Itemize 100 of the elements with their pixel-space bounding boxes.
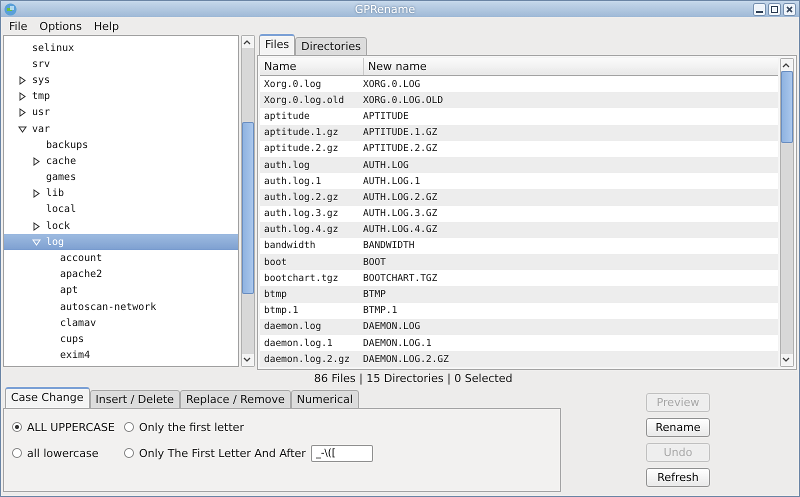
table-cell-text: AUTH.LOG.3.GZ <box>362 208 438 220</box>
folder-name: srv <box>32 58 50 70</box>
folder-name: games <box>46 172 76 184</box>
folder-name: apt <box>60 285 78 296</box>
folder-name: exim4 <box>60 350 90 362</box>
table-cell-text: boot <box>263 256 288 268</box>
folder-name: backups <box>46 140 88 151</box>
tab[interactable]: Files <box>259 34 296 55</box>
tab[interactable]: Case Change <box>5 387 90 408</box>
window-title: GPRename <box>354 2 416 16</box>
folder-name: cache <box>46 156 76 167</box>
scroll-thumb[interactable] <box>781 71 793 143</box>
folder-name: usr <box>32 107 50 118</box>
table-cell-text: Xorg.0.log <box>263 78 322 90</box>
table-cell-text: btmp.1 <box>263 305 300 316</box>
table-cell-text: auth.log.1 <box>263 176 322 187</box>
folder-name: tmp <box>32 91 50 102</box>
table-cell-text: aptitude.1.gz <box>263 127 340 138</box>
table-cell-text: AUTH.LOG.4.GZ <box>362 224 438 236</box>
input-field[interactable]: _-\([ <box>310 444 373 462</box>
radio-option[interactable]: all lowercase <box>12 446 124 460</box>
tree-item[interactable]: var <box>4 120 238 138</box>
table-cell-text: BOOTCHART.TGZ <box>362 272 438 284</box>
tab[interactable]: Insert / Delete <box>90 390 180 408</box>
folder-name: lock <box>46 220 70 232</box>
tree-item[interactable]: clamav <box>4 315 238 332</box>
table-cell-text: AUTH.LOG.1 <box>362 176 420 187</box>
table-cell-text: APTITUDE <box>362 110 409 122</box>
tree-item[interactable]: selinux <box>4 40 238 56</box>
table-cell-text: AUTH.LOG <box>362 160 409 171</box>
tree-item[interactable]: exim4 <box>4 348 238 364</box>
folder-name: sys <box>32 74 50 86</box>
menu-item[interactable]: Help <box>94 20 119 32</box>
column-header[interactable]: New name <box>364 58 431 75</box>
expander-icon[interactable] <box>32 156 41 166</box>
folder-name: account <box>60 253 102 264</box>
menu-item[interactable]: Options <box>39 20 82 32</box>
table-cell-text: daemon.log <box>263 321 322 332</box>
tree-item[interactable]: lock <box>4 218 238 234</box>
table-cell-text: BTMP.1 <box>362 305 398 316</box>
radio-option[interactable]: ALL UPPERCASE <box>12 420 124 434</box>
scroll-thumb[interactable] <box>242 122 254 294</box>
radio-option[interactable]: Only The First Letter And After <box>124 446 306 460</box>
radio-option[interactable]: Only the first letter <box>124 420 306 434</box>
table-cell-text: BTMP <box>362 289 386 300</box>
table-cell-text: XORG.0.LOG.OLD <box>362 94 444 106</box>
tab[interactable]: Replace / Remove <box>180 390 291 408</box>
table-cell-text: XORG.0.LOG <box>362 78 420 90</box>
table-cell-text: bandwidth <box>263 240 316 252</box>
menu-item[interactable]: File <box>9 20 28 32</box>
tree-item[interactable]: backups <box>4 137 238 154</box>
close-icon[interactable] <box>783 2 796 16</box>
table-cell-text: btmp <box>263 289 288 300</box>
table-cell-text: auth.log.4.gz <box>263 224 340 236</box>
table-cell-text: AUTH.LOG.2.GZ <box>362 192 438 203</box>
tree-item[interactable]: local <box>4 202 238 218</box>
status-text: 86 Files | 15 Directories | 0 Selected <box>313 370 514 387</box>
table-cell-text: auth.log.2.gz <box>263 192 340 203</box>
folder-name: apache2 <box>60 269 102 280</box>
table-cell-text: bootchart.tgz <box>263 272 340 284</box>
folder-name: autoscan-network <box>60 302 156 313</box>
table-cell-text: Xorg.0.log.old <box>263 94 346 106</box>
tree-item[interactable]: autoscan-network <box>4 299 238 316</box>
tree-item[interactable]: apt <box>4 282 238 299</box>
folder-name: var <box>32 124 50 135</box>
folder-name: local <box>46 204 76 216</box>
table-cell-text: auth.log.3.gz <box>263 208 340 220</box>
maximize-icon[interactable] <box>768 2 781 16</box>
tree-item[interactable]: usr <box>4 104 238 121</box>
scrollbar[interactable] <box>780 58 794 368</box>
table-cell-text: daemon.log.2.gz <box>263 354 351 365</box>
app-icon <box>4 2 17 16</box>
table-cell-text: APTITUDE.1.GZ <box>362 127 438 138</box>
table-cell-text: DAEMON.LOG.1 <box>362 338 432 349</box>
table-cell-text: BANDWIDTH <box>362 240 414 252</box>
table-cell-text: aptitude <box>263 110 311 122</box>
table-cell-text: aptitude.2.gz <box>263 143 340 154</box>
folder-name: selinux <box>32 42 74 54</box>
column-header[interactable]: Name <box>260 58 364 75</box>
tab[interactable]: Numerical <box>290 390 359 408</box>
action-button[interactable]: Refresh <box>646 468 710 487</box>
action-button[interactable]: Rename <box>646 418 710 437</box>
tree-item[interactable]: games <box>4 170 238 186</box>
table-cell-text: daemon.log.1 <box>263 338 334 349</box>
tree-item[interactable]: cups <box>4 331 238 348</box>
table-cell-text: DAEMON.LOG <box>362 321 420 332</box>
table-cell-text: DAEMON.LOG.2.GZ <box>362 354 449 365</box>
tree-item[interactable]: sys <box>4 72 238 89</box>
tree-item[interactable]: cache <box>4 153 238 170</box>
tab[interactable]: Directories <box>295 37 367 55</box>
tree-item[interactable]: lib <box>4 186 238 202</box>
scrollbar[interactable] <box>241 35 255 367</box>
tree-item[interactable]: srv <box>4 56 238 72</box>
tree-item[interactable]: apache2 <box>4 266 238 283</box>
tree-item[interactable]: tmp <box>4 88 238 105</box>
table-cell-text: BOOT <box>362 256 386 268</box>
expander-icon[interactable] <box>32 189 41 198</box>
minimize-icon[interactable] <box>753 2 766 16</box>
folder-name: clamav <box>60 318 96 329</box>
tree-item[interactable]: account <box>4 250 238 267</box>
